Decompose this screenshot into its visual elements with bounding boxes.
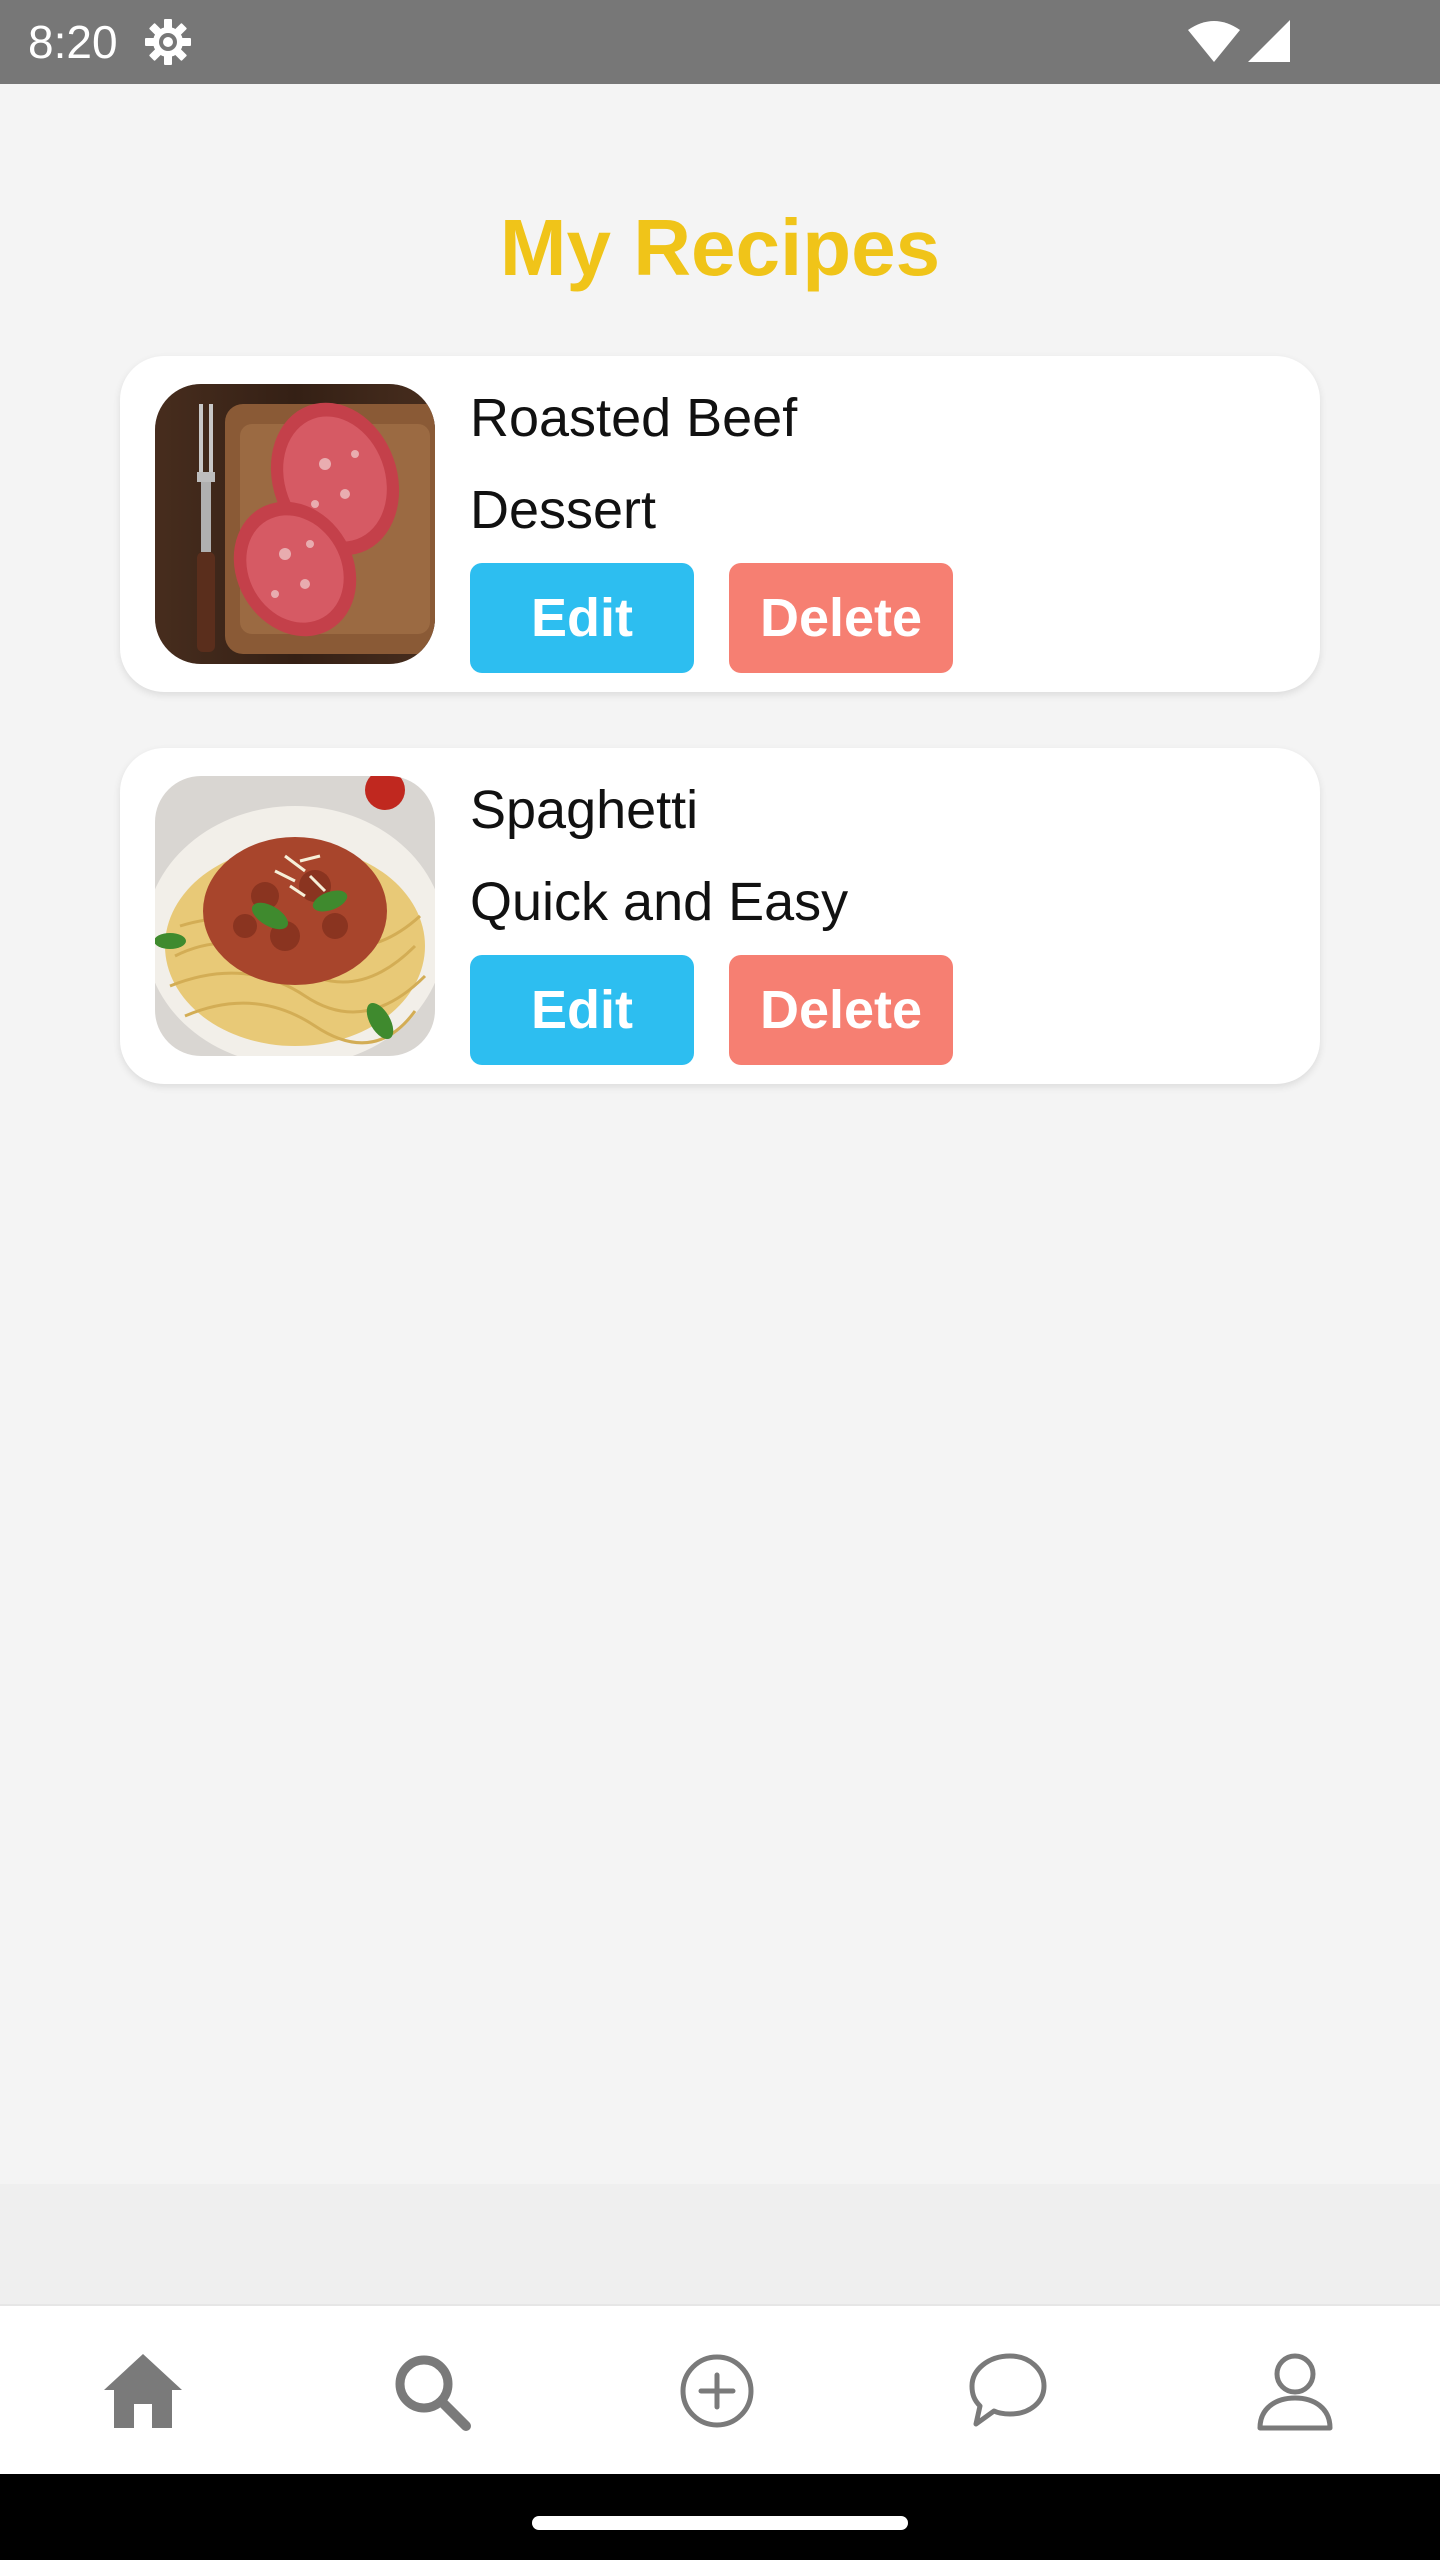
delete-button[interactable]: Delete [729, 955, 953, 1065]
system-gesture-bar [0, 2474, 1440, 2560]
recipe-card[interactable]: Roasted Beef Dessert Edit Delete [120, 356, 1320, 692]
recipe-category: Dessert [470, 480, 657, 540]
chat-icon[interactable] [962, 2346, 1052, 2436]
home-icon[interactable] [98, 2346, 188, 2436]
recipe-image-roasted-beef [155, 384, 435, 664]
edit-button[interactable]: Edit [470, 563, 694, 673]
recipe-name: Roasted Beef [470, 388, 798, 448]
profile-icon[interactable] [1250, 2346, 1340, 2436]
recipe-name: Spaghetti [470, 780, 699, 840]
status-bar: 8:20 [0, 0, 1440, 84]
recipe-category: Quick and Easy [470, 872, 849, 932]
home-indicator[interactable] [532, 2516, 908, 2530]
signal-icon [1246, 18, 1292, 64]
bottom-navigation [0, 2304, 1440, 2474]
content-footer-strip [0, 2184, 1440, 2304]
recipe-image-spaghetti [155, 776, 435, 1056]
status-time: 8:20 [28, 16, 118, 68]
edit-button[interactable]: Edit [470, 955, 694, 1065]
wifi-icon [1186, 20, 1242, 64]
delete-button[interactable]: Delete [729, 563, 953, 673]
search-icon[interactable] [386, 2346, 476, 2436]
add-circle-icon[interactable] [672, 2346, 762, 2436]
page-title: My Recipes [499, 203, 941, 292]
gear-icon [142, 16, 194, 68]
recipe-card[interactable]: Spaghetti Quick and Easy Edit Delete [120, 748, 1320, 1084]
